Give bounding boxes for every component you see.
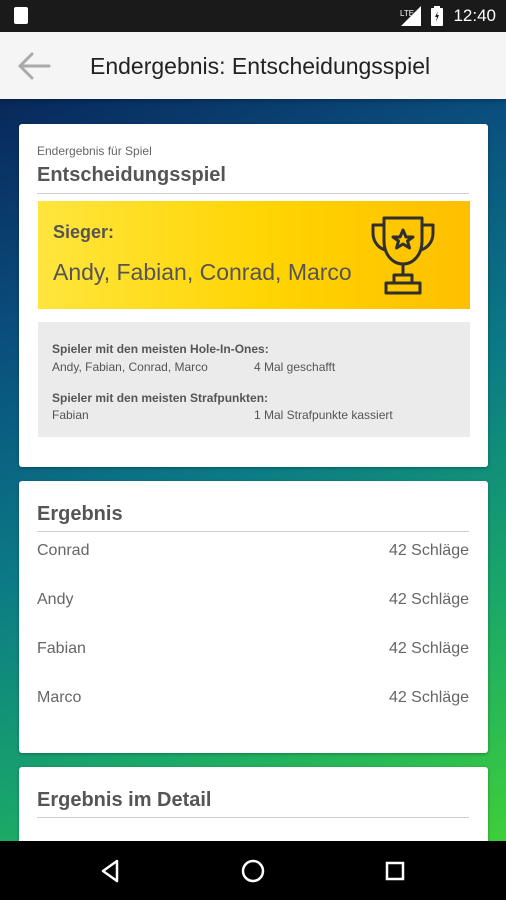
- nav-back-button[interactable]: [95, 855, 127, 887]
- stat-players: Fabian: [52, 408, 89, 422]
- game-name: Entscheidungsspiel: [37, 164, 226, 186]
- page-title: Endergebnis: Entscheidungsspiel: [90, 53, 431, 79]
- player-name: Conrad: [37, 542, 90, 559]
- stat-title: Spieler mit den meisten Hole-In-Ones:: [52, 342, 269, 356]
- battery-icon: [431, 6, 444, 26]
- circle-home-icon: [241, 859, 265, 883]
- trophy-icon: [371, 216, 435, 295]
- result-row[interactable]: Marco 42 Schläge: [37, 689, 469, 719]
- player-score: 42 Schläge: [388, 640, 469, 657]
- clock: 12:40: [453, 6, 496, 25]
- summary-card: Endergebnis für Spiel Entscheidungsspiel…: [19, 124, 488, 467]
- player-score: 42 Schläge: [388, 542, 469, 559]
- nav-home-button[interactable]: [237, 855, 269, 887]
- stat-title: Spieler mit den meisten Strafpunkten:: [52, 391, 269, 405]
- player-score: 42 Schläge: [388, 591, 469, 608]
- stat-value: 4 Mal geschafft: [254, 360, 336, 374]
- navigation-bar: [0, 841, 506, 900]
- detail-title: Ergebnis im Detail: [37, 789, 212, 811]
- player-score: 42 Schläge: [388, 689, 469, 706]
- svg-text:LTE: LTE: [400, 9, 414, 18]
- player-name: Fabian: [37, 640, 86, 657]
- winner-box: Sieger: Andy, Fabian, Conrad, Marco: [38, 201, 470, 309]
- results-title: Ergebnis: [37, 503, 123, 525]
- result-row[interactable]: Fabian 42 Schläge: [37, 640, 469, 670]
- result-row[interactable]: Conrad 42 Schläge: [37, 542, 469, 572]
- stats-box: Spieler mit den meisten Hole-In-Ones: An…: [38, 322, 470, 437]
- app-bar: Endergebnis: Entscheidungsspiel: [0, 32, 506, 99]
- nav-recents-button[interactable]: [379, 855, 411, 887]
- detail-card: Ergebnis im Detail: [19, 767, 488, 841]
- result-row[interactable]: Andy 42 Schläge: [37, 591, 469, 621]
- player-name: Marco: [37, 689, 82, 706]
- content-area[interactable]: Endergebnis für Spiel Entscheidungsspiel…: [0, 99, 506, 841]
- divider: [37, 193, 469, 194]
- results-card: Ergebnis Conrad 42 Schläge Andy 42 Schlä…: [19, 481, 488, 753]
- status-bar: LTE 12:40: [0, 0, 506, 32]
- arrow-left-icon: [18, 52, 51, 80]
- game-label: Endergebnis für Spiel: [37, 144, 152, 158]
- player-name: Andy: [37, 591, 74, 608]
- square-recents-icon: [385, 861, 405, 881]
- stat-players: Andy, Fabian, Conrad, Marco: [52, 360, 208, 374]
- divider: [37, 817, 469, 818]
- divider: [37, 531, 469, 532]
- winner-names: Andy, Fabian, Conrad, Marco: [53, 259, 352, 285]
- triangle-back-icon: [101, 859, 119, 883]
- winner-label: Sieger:: [53, 222, 115, 242]
- stat-value: 1 Mal Strafpunkte kassiert: [254, 408, 393, 422]
- sim-card-icon: [14, 7, 28, 24]
- back-button[interactable]: [16, 50, 52, 82]
- lte-signal-icon: LTE: [400, 6, 422, 26]
